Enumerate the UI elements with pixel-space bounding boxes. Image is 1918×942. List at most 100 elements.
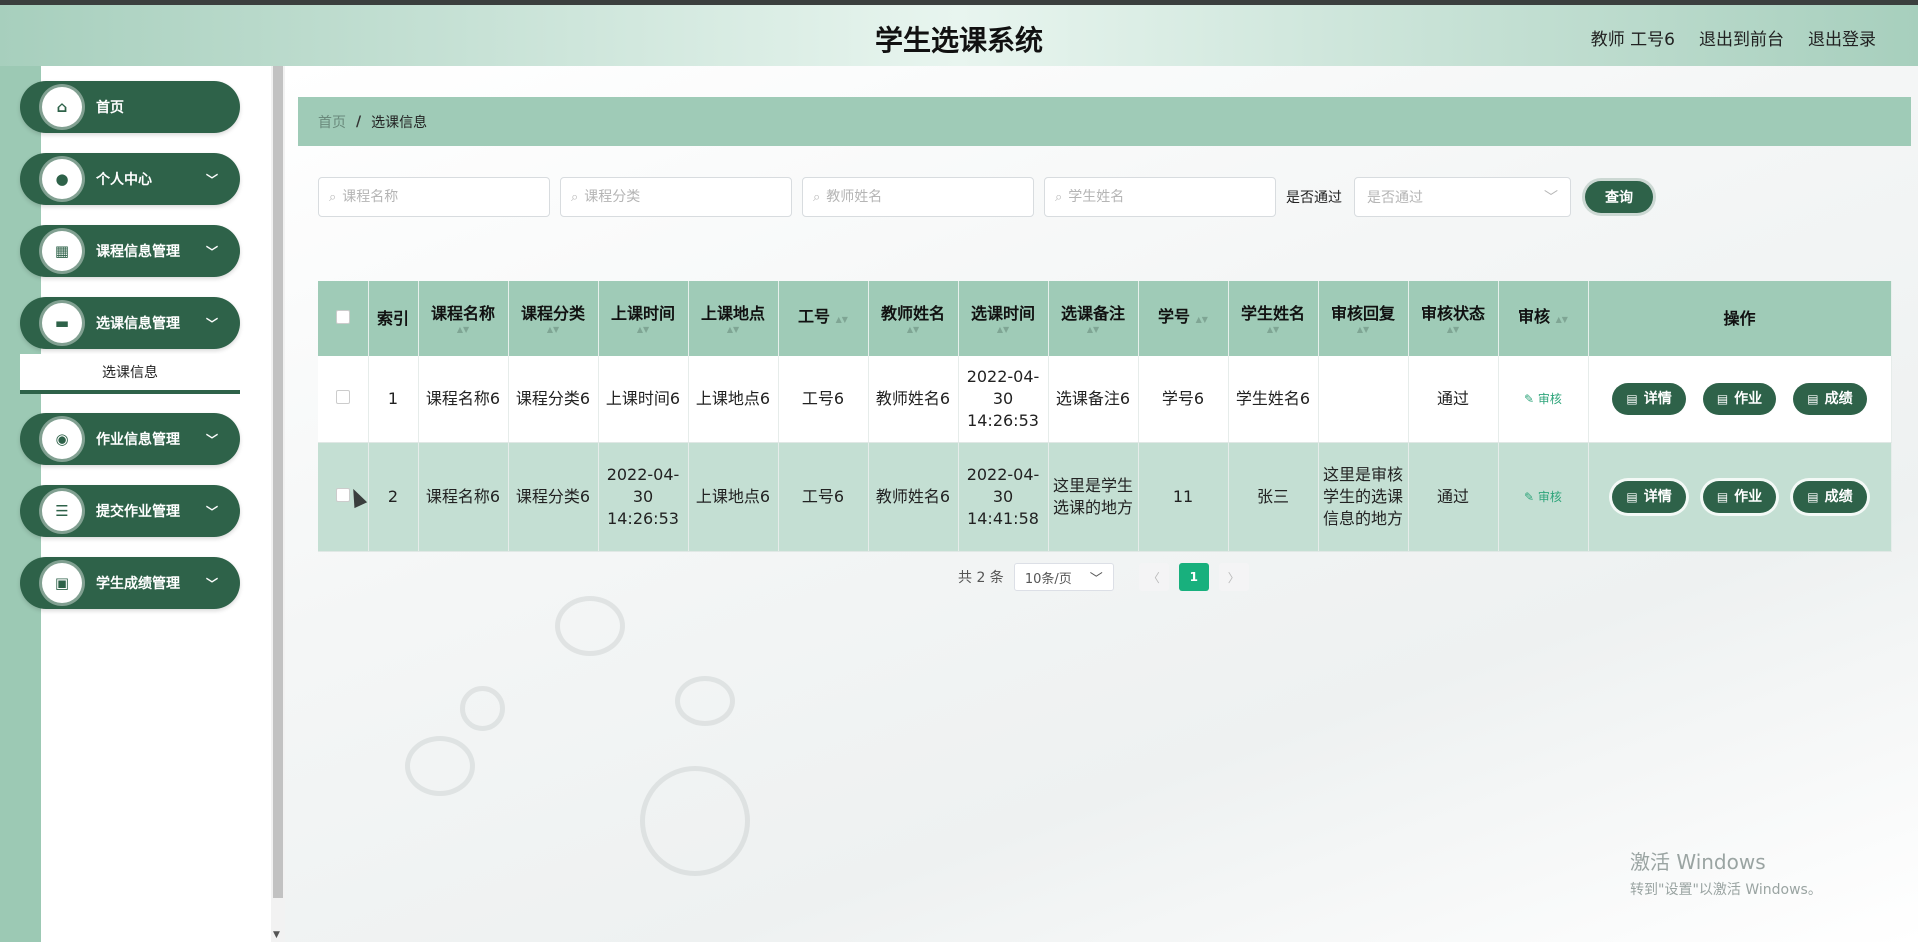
column-header-label: 审核回复 bbox=[1330, 303, 1395, 323]
column-header-label: 操作 bbox=[1723, 308, 1756, 328]
search-bar: ⌕ ⌕ ⌕ ⌕ 是否通过 是否通过 ﹀ 查询 bbox=[318, 176, 1653, 218]
sort-icon[interactable]: ▲▼ bbox=[873, 325, 954, 335]
select-all-checkbox[interactable] bbox=[335, 309, 350, 324]
table-cell: 教师姓名6 bbox=[868, 356, 959, 443]
sidebar-item-course[interactable]: ▦ 课程信息管理 ﹀ bbox=[20, 225, 240, 277]
column-header[interactable]: 上课时间 ▲▼ bbox=[598, 281, 689, 356]
pagination-total: 共 2 条 bbox=[958, 570, 1004, 586]
detail-button[interactable]: ▤ 详情 bbox=[1612, 382, 1686, 415]
row-checkbox[interactable] bbox=[335, 389, 350, 404]
sidebar-item-home[interactable]: ⌂ 首页 bbox=[20, 81, 240, 133]
user-icon: ● bbox=[42, 159, 82, 199]
breadcrumb-current: 选课信息 bbox=[371, 114, 428, 131]
score-button[interactable]: ▤ 成绩 bbox=[1793, 382, 1867, 415]
table-cell: 通过 bbox=[1408, 442, 1499, 552]
sort-icon[interactable]: ▲▼ bbox=[693, 325, 774, 335]
student-name-input[interactable] bbox=[1068, 189, 1259, 205]
sort-icon[interactable]: ▲▼ bbox=[1323, 325, 1404, 335]
table-cell: 2022-04-30 14:26:53 bbox=[598, 442, 689, 552]
course-name-input[interactable] bbox=[342, 189, 533, 205]
column-header-label: 选课时间 bbox=[970, 303, 1035, 323]
document-icon: ▤ bbox=[1626, 391, 1638, 406]
logout-link[interactable]: 退出登录 bbox=[1808, 25, 1876, 50]
sidebar-item-selection[interactable]: ▬ 选课信息管理 ﹀ bbox=[20, 297, 240, 349]
sidebar-item-label: 选课信息管理 bbox=[96, 316, 180, 332]
table-cell: 教师姓名6 bbox=[868, 442, 959, 552]
breadcrumb-home[interactable]: 首页 bbox=[318, 112, 346, 132]
sort-icon[interactable]: ▲▼ bbox=[603, 325, 684, 335]
edit-icon: ✎ bbox=[1524, 490, 1538, 504]
sort-icon[interactable]: ▲▼ bbox=[1233, 325, 1314, 335]
scroll-down-icon[interactable]: ▼ bbox=[273, 930, 280, 940]
column-header[interactable]: 上课地点 ▲▼ bbox=[688, 281, 779, 356]
table-header-row: 索引 课程名称 ▲▼ 课程分类 ▲▼ 上课时间 ▲▼ 上课地点 ▲▼ 工号 ▲▼ 教师姓… bbox=[318, 281, 1892, 356]
sort-icon[interactable]: ▲▼ bbox=[1196, 315, 1208, 324]
sort-icon[interactable]: ▲▼ bbox=[1556, 315, 1568, 324]
sort-icon[interactable]: ▲▼ bbox=[1413, 325, 1494, 335]
sort-icon[interactable]: ▲▼ bbox=[963, 325, 1044, 335]
column-header[interactable]: 学号 ▲▼ bbox=[1138, 281, 1229, 356]
submenu-selection-info[interactable]: 选课信息 bbox=[20, 354, 240, 394]
front-link[interactable]: 退出到前台 bbox=[1699, 25, 1784, 50]
page-size-select[interactable]: 10条/页 ﹀ bbox=[1013, 563, 1114, 591]
page-number-button[interactable]: 1 bbox=[1178, 563, 1209, 591]
next-page-button[interactable]: 〉 bbox=[1218, 563, 1249, 591]
student-name-search[interactable]: ⌕ bbox=[1044, 177, 1276, 217]
teacher-name-input[interactable] bbox=[826, 189, 1017, 205]
column-header[interactable]: 审核状态 ▲▼ bbox=[1408, 281, 1499, 356]
edit-icon: ✎ bbox=[1524, 392, 1538, 407]
column-header-label: 课程名称 bbox=[430, 303, 495, 323]
homework-button[interactable]: ▤ 作业 bbox=[1702, 382, 1777, 415]
sidebar-item-personal[interactable]: ● 个人中心 ﹀ bbox=[20, 153, 240, 205]
chevron-down-icon: ﹀ bbox=[205, 316, 218, 331]
course-name-search[interactable]: ⌕ bbox=[318, 177, 550, 217]
column-header[interactable]: 学生姓名 ▲▼ bbox=[1228, 281, 1319, 356]
chevron-down-icon: ﹀ bbox=[1089, 571, 1103, 587]
column-header[interactable]: 课程分类 ▲▼ bbox=[508, 281, 599, 356]
course-category-input[interactable] bbox=[584, 189, 775, 205]
table-cell: 1 bbox=[368, 356, 419, 443]
chevron-down-icon: ﹀ bbox=[1544, 190, 1558, 206]
column-header[interactable]: 教师姓名 ▲▼ bbox=[868, 281, 959, 356]
pass-filter-select[interactable]: 是否通过 ﹀ bbox=[1354, 177, 1571, 217]
pagination: 共 2 条 10条/页 ﹀ 〈 1 〉 bbox=[958, 563, 1254, 591]
column-header-label: 索引 bbox=[376, 308, 409, 328]
sort-icon[interactable]: ▲▼ bbox=[1053, 325, 1134, 335]
query-button[interactable]: 查询 bbox=[1585, 181, 1653, 213]
breadcrumb-separator: / bbox=[356, 113, 362, 130]
score-button[interactable]: ▤ 成绩 bbox=[1793, 480, 1867, 513]
detail-label: 详情 bbox=[1643, 390, 1672, 407]
course-category-search[interactable]: ⌕ bbox=[560, 177, 792, 217]
column-header[interactable]: 工号 ▲▼ bbox=[778, 281, 869, 356]
audit-link[interactable]: ✎ 审核 bbox=[1524, 392, 1562, 406]
sidebar-item-label: 提交作业管理 bbox=[96, 504, 180, 520]
column-header[interactable]: 审核 ▲▼ bbox=[1498, 281, 1589, 356]
audit-link[interactable]: ✎ 审核 bbox=[1524, 490, 1562, 504]
header: 学生选课系统 教师 工号6 退出到前台 退出登录 bbox=[0, 5, 1918, 66]
column-header[interactable]: 选课备注 ▲▼ bbox=[1048, 281, 1139, 356]
sidebar-item-submit[interactable]: ☰ 提交作业管理 ﹀ bbox=[20, 485, 240, 537]
windows-activation-watermark: 激活 Windows 转到"设置"以激活 Windows。 bbox=[1630, 846, 1822, 899]
column-header[interactable]: 课程名称 ▲▼ bbox=[418, 281, 509, 356]
sort-icon[interactable]: ▲▼ bbox=[836, 315, 848, 324]
current-user: 教师 工号6 bbox=[1590, 30, 1675, 50]
column-header-label: 上课时间 bbox=[610, 303, 675, 323]
prev-page-button[interactable]: 〈 bbox=[1138, 563, 1169, 591]
sort-icon[interactable]: ▲▼ bbox=[513, 325, 594, 335]
sort-icon[interactable]: ▲▼ bbox=[423, 325, 504, 335]
watermark-line-2: 转到"设置"以激活 Windows。 bbox=[1630, 882, 1822, 898]
document-icon: ▤ bbox=[1807, 489, 1819, 504]
scrollbar-thumb[interactable] bbox=[273, 66, 283, 898]
teacher-name-search[interactable]: ⌕ bbox=[802, 177, 1034, 217]
column-header[interactable]: 选课时间 ▲▼ bbox=[958, 281, 1049, 356]
detail-button[interactable]: ▤ 详情 bbox=[1612, 480, 1686, 513]
table-cell: 2022-04-30 14:41:58 bbox=[958, 442, 1049, 552]
sidebar-item-score[interactable]: ▣ 学生成绩管理 ﹀ bbox=[20, 557, 240, 609]
sidebar-scrollbar[interactable]: ▼ bbox=[271, 66, 285, 942]
table-cell: 2022-04-30 14:26:53 bbox=[958, 356, 1049, 443]
table-cell: 工号6 bbox=[778, 442, 869, 552]
sidebar-item-homework[interactable]: ◉ 作业信息管理 ﹀ bbox=[20, 413, 240, 465]
homework-button[interactable]: ▤ 作业 bbox=[1702, 480, 1777, 513]
column-header-label: 选课备注 bbox=[1060, 303, 1125, 323]
pass-filter-label: 是否通过 bbox=[1286, 190, 1342, 206]
